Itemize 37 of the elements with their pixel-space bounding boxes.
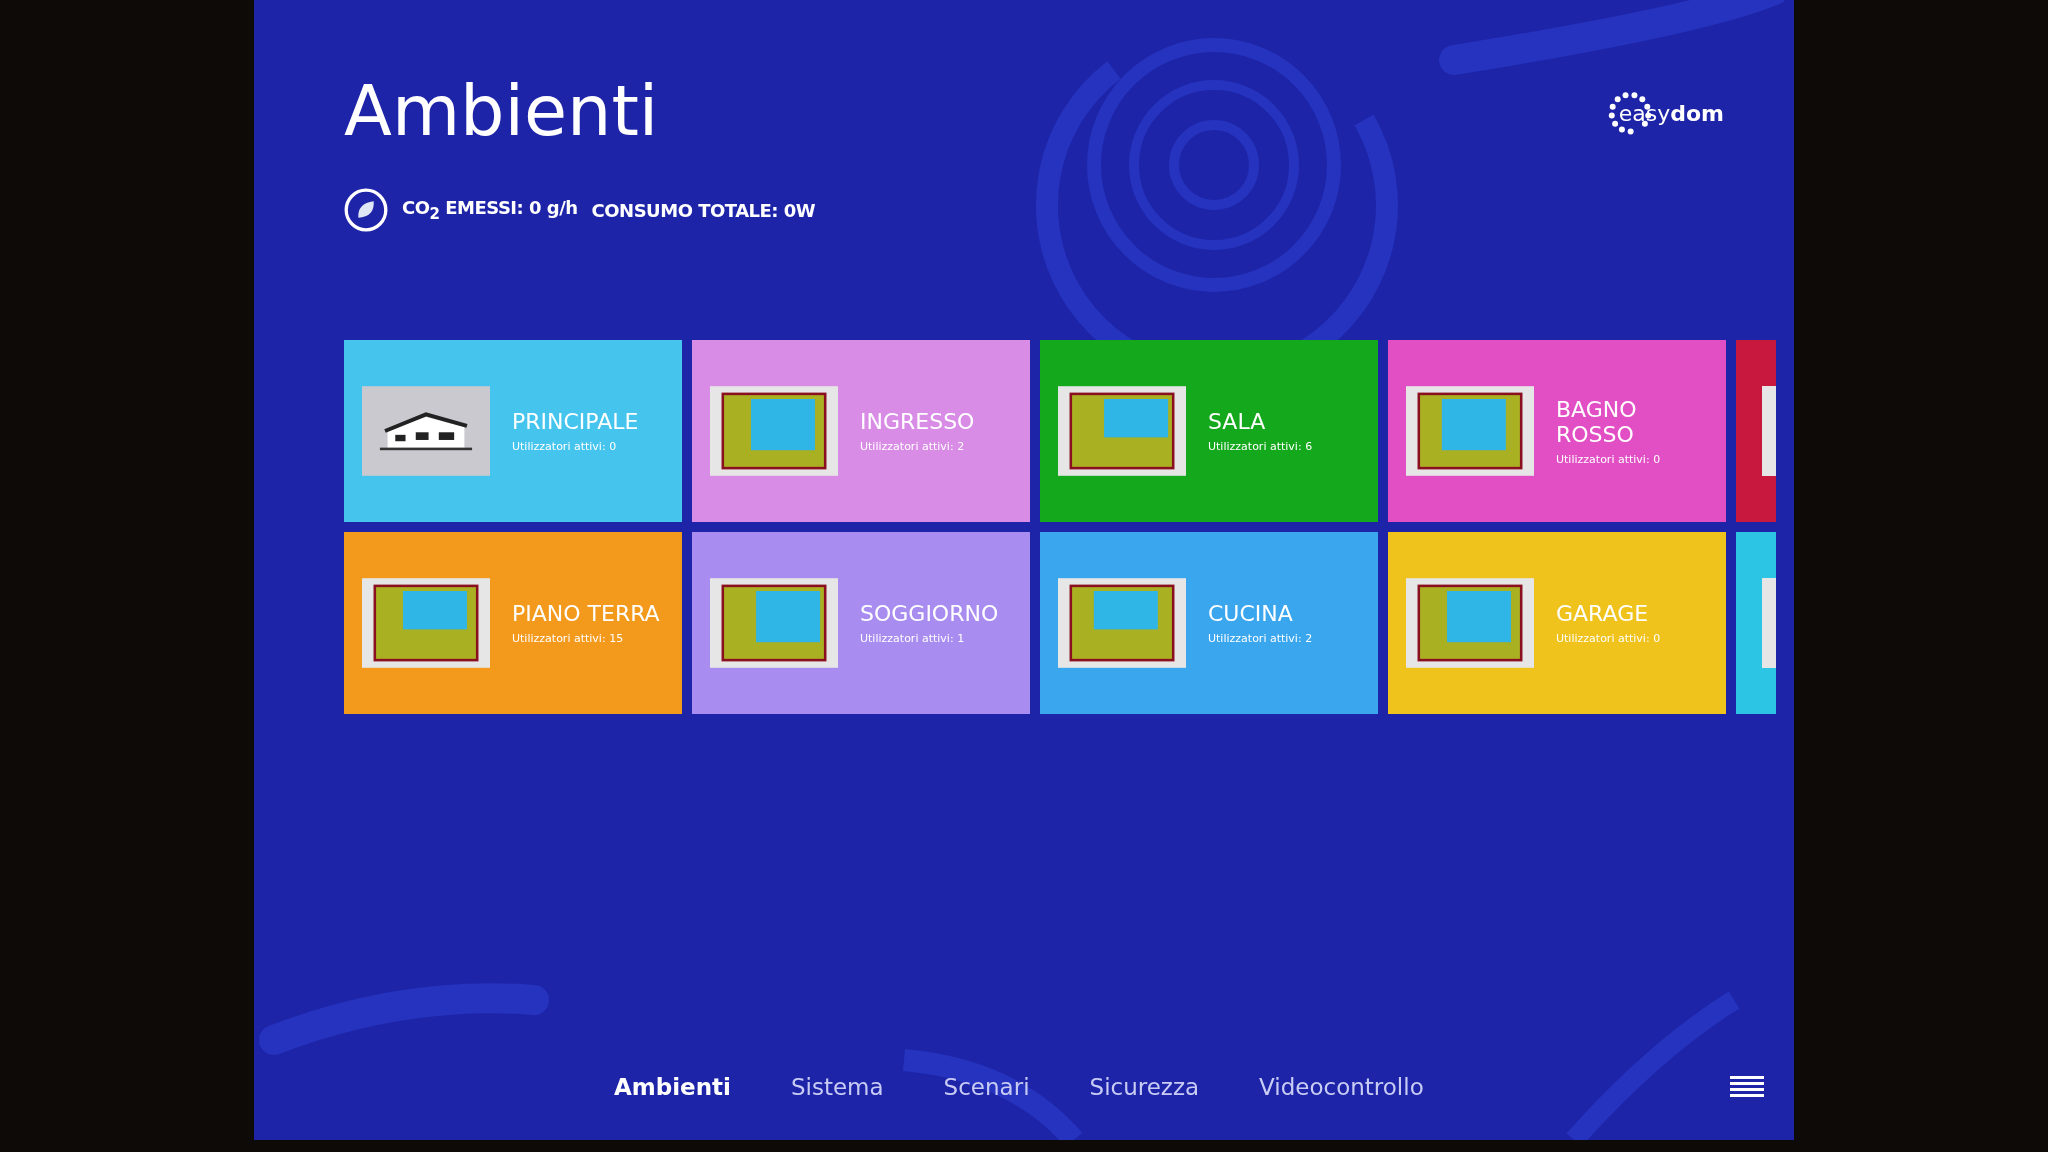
nav-tab[interactable]: Scenari — [943, 1074, 1030, 1100]
room-tile[interactable] — [1736, 532, 1776, 714]
room-tile[interactable]: CUCINA Utilizzatori attivi: 2 — [1040, 532, 1378, 714]
co2-emission-text: CO$_{2}$ EMESSI: 0 g/h — [402, 197, 578, 223]
room-name: GARAGE — [1556, 601, 1650, 626]
nav-tab[interactable]: Ambienti — [614, 1074, 731, 1100]
active-users-text: Utilizzatori attivi: 0 — [1556, 452, 1662, 466]
room-tile[interactable]: BAGNO ROSSO Utilizzatori attivi: 0 — [1388, 340, 1726, 522]
room-tile[interactable]: GARAGE Utilizzatori attivi: 0 — [1388, 532, 1726, 714]
room-name: CUCINA — [1208, 601, 1294, 626]
page-title: Ambienti — [344, 70, 660, 152]
room-name: PIANO TERRA — [512, 601, 660, 626]
active-users-text: Utilizzatori attivi: 0 — [1556, 632, 1661, 645]
room-tile[interactable]: PIANO TERRA Utilizzatori attivi: 15 — [344, 532, 682, 714]
room-name: BAGNO ROSSO — [1556, 396, 1638, 447]
active-users-text: Utilizzatori attivi: 0 — [512, 440, 618, 453]
active-users-text: Utilizzatori attivi: 2 — [860, 440, 966, 453]
room-name: PRINCIPALE — [512, 409, 639, 434]
room-name: SALA — [1208, 409, 1267, 434]
leaf-icon — [344, 188, 388, 232]
menu-icon[interactable] — [1730, 1076, 1764, 1098]
room-tile[interactable]: SALA Utilizzatori attivi: 6 — [1040, 340, 1378, 522]
room-tile[interactable]: SOGGIORNO Utilizzatori attivi: 1 — [692, 532, 1030, 714]
active-users-text: Utilizzatori attivi: 15 — [512, 632, 625, 645]
nav-tab[interactable]: Sistema — [790, 1074, 884, 1100]
active-users-text: Utilizzatori attivi: 6 — [1208, 440, 1313, 453]
nav-tab[interactable]: Videocontrollo — [1259, 1074, 1424, 1100]
total-consumption-text: CONSUMO TOTALE: 0W — [591, 199, 816, 221]
room-name: INGRESSO — [860, 409, 975, 434]
room-name: SOGGIORNO — [860, 601, 999, 626]
active-users-text: Utilizzatori attivi: 1 — [860, 632, 966, 645]
active-users-text: Utilizzatori attivi: 2 — [1208, 632, 1313, 645]
room-tile[interactable]: PRINCIPALE Utilizzatori attivi: 0 — [344, 340, 682, 522]
brand-logo: easydom — [1618, 100, 1724, 126]
nav-tab[interactable]: Sicurezza — [1089, 1074, 1200, 1100]
room-tile[interactable] — [1736, 340, 1776, 522]
room-tile[interactable]: INGRESSO Utilizzatori attivi: 2 — [692, 340, 1030, 522]
